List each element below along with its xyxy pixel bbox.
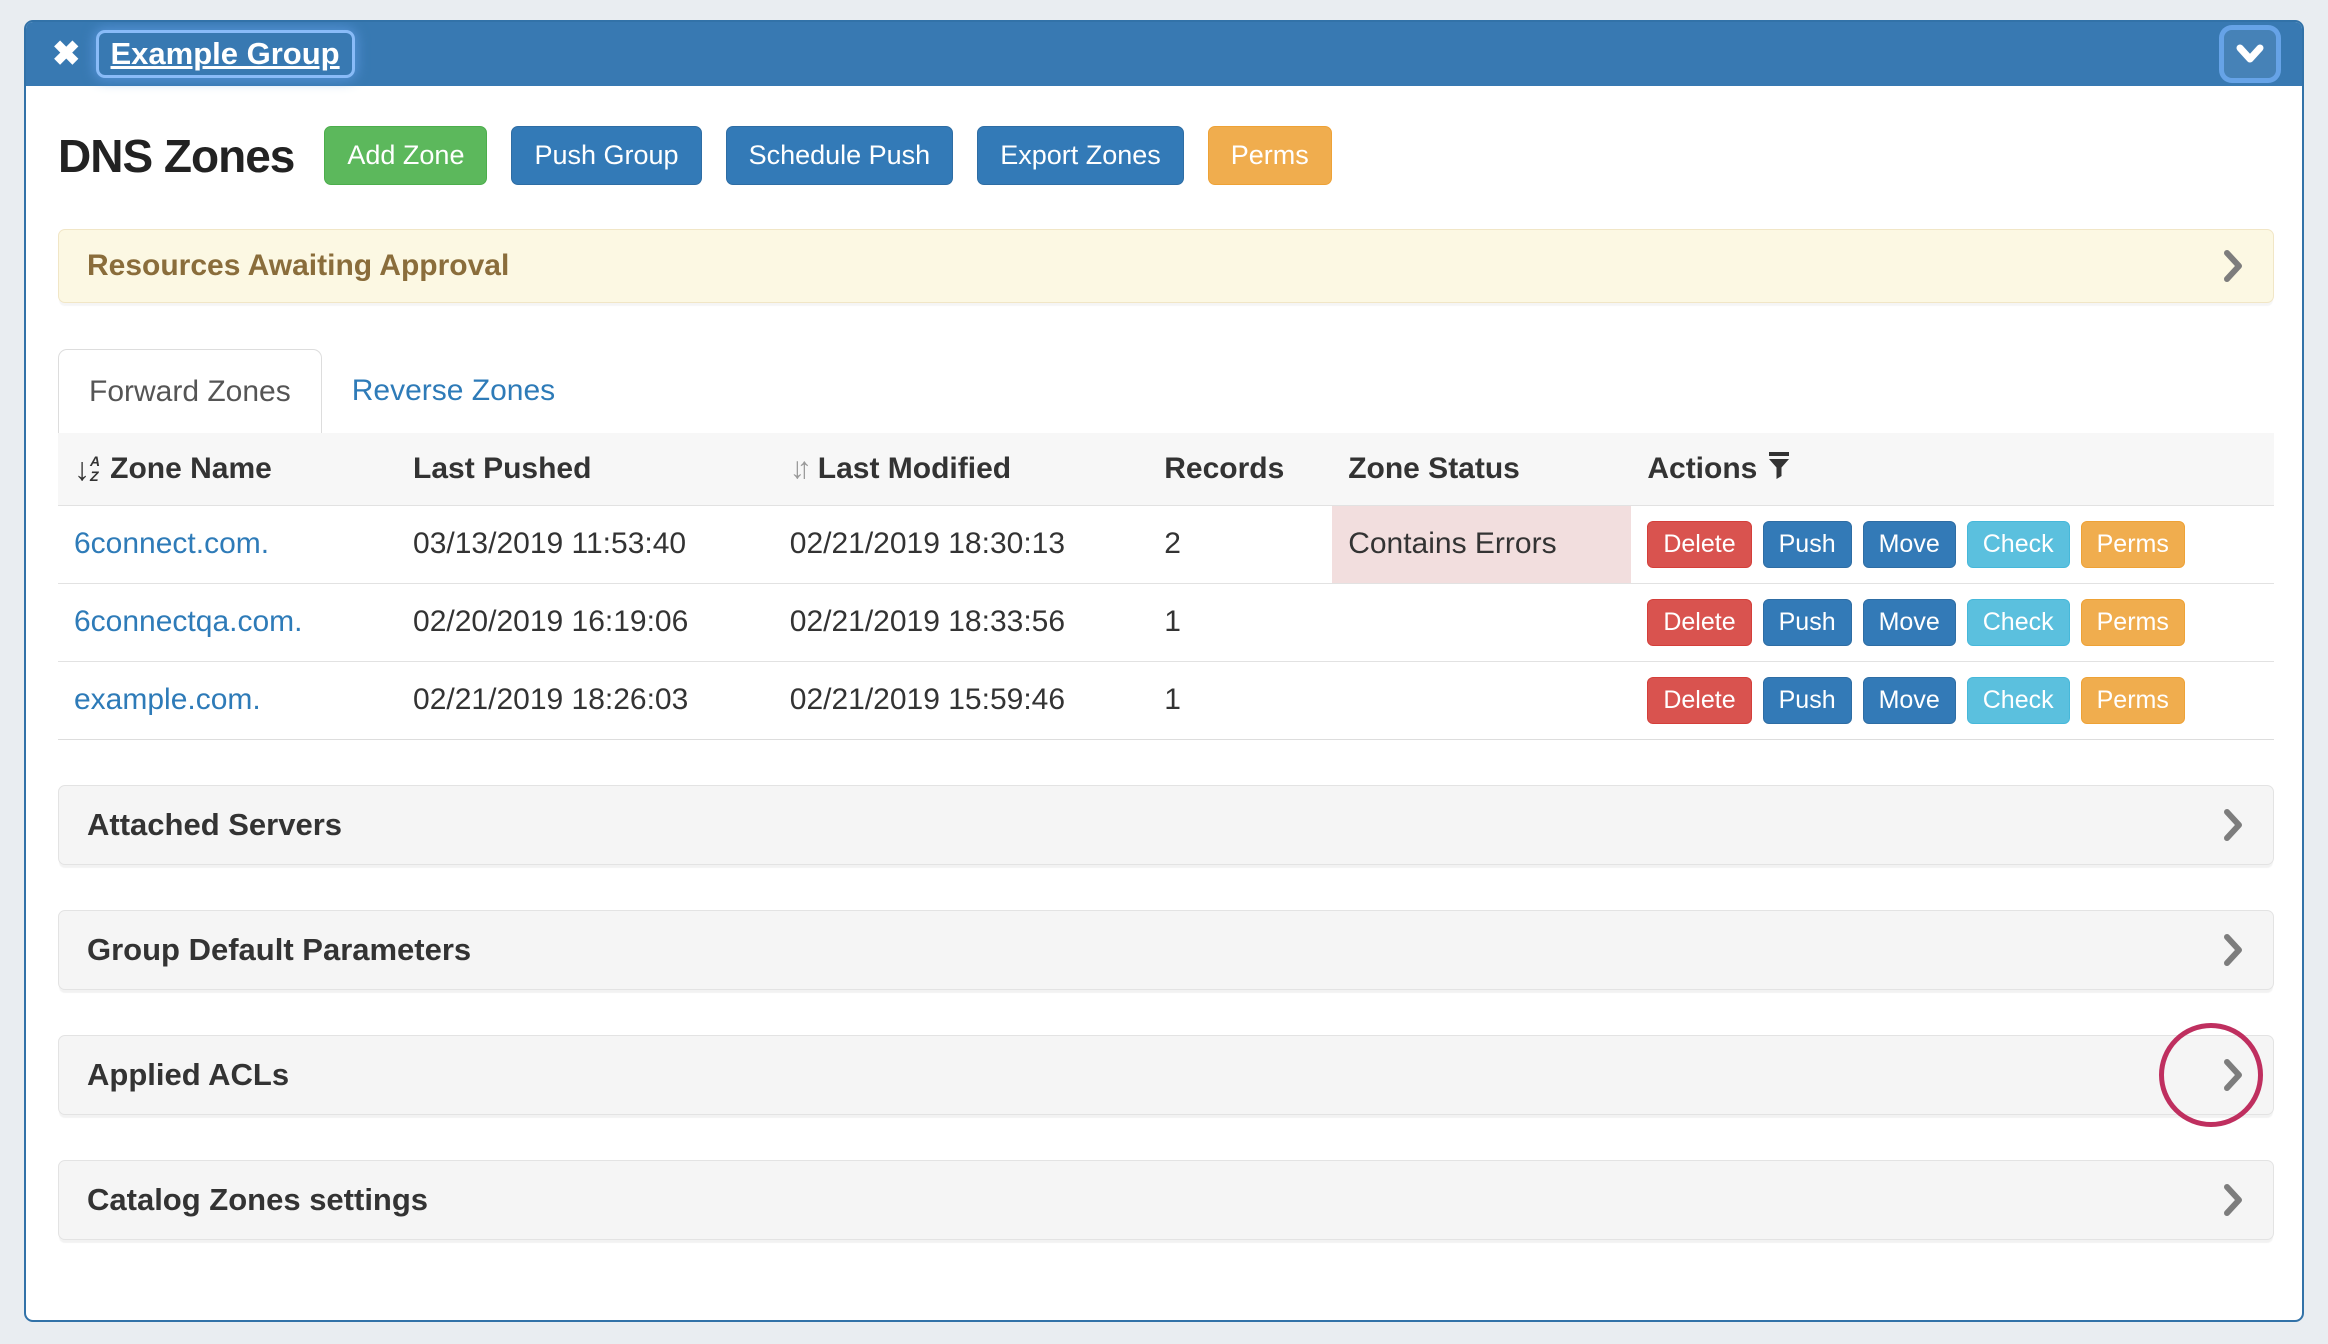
zone-status-cell xyxy=(1332,661,1631,739)
move-button[interactable]: Move xyxy=(1863,521,1956,568)
chevron-right-icon xyxy=(2221,807,2245,843)
group-default-parameters-panel[interactable]: Group Default Parameters xyxy=(58,910,2274,990)
perms-button[interactable]: Perms xyxy=(2081,521,2185,568)
export-zones-button[interactable]: Export Zones xyxy=(977,126,1184,185)
panel-label: Attached Servers xyxy=(87,807,342,843)
group-card-header: ✖ Example Group xyxy=(26,22,2302,86)
last-modified-cell: 02/21/2019 15:59:46 xyxy=(774,661,1149,739)
check-button[interactable]: Check xyxy=(1967,677,2070,724)
zone-tabs: Forward Zones Reverse Zones xyxy=(58,349,2274,433)
zone-name-link[interactable]: 6connectqa.com. xyxy=(74,605,302,638)
table-row: 6connect.com. 03/13/2019 11:53:40 02/21/… xyxy=(58,505,2274,583)
zone-name-link[interactable]: example.com. xyxy=(74,683,261,716)
move-button[interactable]: Move xyxy=(1863,599,1956,646)
panel-label: Catalog Zones settings xyxy=(87,1182,428,1218)
chevron-right-icon xyxy=(2221,1057,2245,1093)
catalog-zones-settings-panel[interactable]: Catalog Zones settings xyxy=(58,1160,2274,1240)
records-cell: 1 xyxy=(1148,583,1332,661)
move-button[interactable]: Move xyxy=(1863,677,1956,724)
check-button[interactable]: Check xyxy=(1967,599,2070,646)
last-pushed-cell: 02/21/2019 18:26:03 xyxy=(397,661,774,739)
chevron-right-icon xyxy=(2221,932,2245,968)
group-name-link[interactable]: Example Group xyxy=(99,33,352,75)
table-row: example.com. 02/21/2019 18:26:03 02/21/2… xyxy=(58,661,2274,739)
last-modified-cell: 02/21/2019 18:33:56 xyxy=(774,583,1149,661)
perms-button[interactable]: Perms xyxy=(2081,599,2185,646)
collapse-group-button[interactable] xyxy=(2224,30,2276,78)
check-button[interactable]: Check xyxy=(1967,521,2070,568)
applied-acls-panel[interactable]: Applied ACLs xyxy=(58,1035,2274,1115)
delete-button[interactable]: Delete xyxy=(1647,677,1751,724)
push-button[interactable]: Push xyxy=(1763,521,1852,568)
chevron-right-icon xyxy=(2221,248,2245,284)
sort-up-down-icon[interactable]: ↓↑ xyxy=(790,452,804,486)
panel-label: Applied ACLs xyxy=(87,1057,289,1093)
table-row: 6connectqa.com. 02/20/2019 16:19:06 02/2… xyxy=(58,583,2274,661)
filter-funnel-icon[interactable] xyxy=(1767,450,1791,488)
chevron-right-icon xyxy=(2221,1182,2245,1218)
tab-reverse-zones[interactable]: Reverse Zones xyxy=(322,349,585,433)
zones-table: ↓AZ Zone Name Last Pushed ↓↑ Last Modifi… xyxy=(58,433,2274,740)
panel-label: Resources Awaiting Approval xyxy=(87,249,509,283)
zone-status-cell: Contains Errors xyxy=(1332,505,1631,583)
column-zone-name[interactable]: ↓AZ Zone Name xyxy=(58,433,397,505)
chevron-down-icon xyxy=(2235,42,2265,66)
column-last-modified[interactable]: ↓↑ Last Modified xyxy=(774,433,1149,505)
records-cell: 1 xyxy=(1148,661,1332,739)
last-pushed-cell: 02/20/2019 16:19:06 xyxy=(397,583,774,661)
column-last-pushed: Last Pushed xyxy=(397,433,774,505)
sort-alpha-down-icon[interactable]: ↓AZ xyxy=(74,453,100,485)
push-button[interactable]: Push xyxy=(1763,677,1852,724)
resources-awaiting-approval-panel[interactable]: Resources Awaiting Approval xyxy=(58,229,2274,303)
column-records: Records xyxy=(1148,433,1332,505)
group-card-body: DNS Zones Add Zone Push Group Schedule P… xyxy=(26,86,2302,1240)
tab-forward-zones[interactable]: Forward Zones xyxy=(58,349,322,433)
toolbar: DNS Zones Add Zone Push Group Schedule P… xyxy=(58,126,2274,185)
perms-button[interactable]: Perms xyxy=(1208,126,1332,185)
page-title: DNS Zones xyxy=(58,129,294,183)
panel-label: Group Default Parameters xyxy=(87,932,471,968)
delete-button[interactable]: Delete xyxy=(1647,599,1751,646)
perms-button[interactable]: Perms xyxy=(2081,677,2185,724)
close-icon[interactable]: ✖ xyxy=(52,37,81,71)
zone-name-link[interactable]: 6connect.com. xyxy=(74,527,269,560)
annotation-highlight-circle xyxy=(2159,1023,2263,1127)
add-zone-button[interactable]: Add Zone xyxy=(324,126,487,185)
attached-servers-panel[interactable]: Attached Servers xyxy=(58,785,2274,865)
delete-button[interactable]: Delete xyxy=(1647,521,1751,568)
column-actions: Actions xyxy=(1631,433,2274,505)
records-cell: 2 xyxy=(1148,505,1332,583)
zone-status-cell xyxy=(1332,583,1631,661)
schedule-push-button[interactable]: Schedule Push xyxy=(726,126,954,185)
last-pushed-cell: 03/13/2019 11:53:40 xyxy=(397,505,774,583)
table-header-row: ↓AZ Zone Name Last Pushed ↓↑ Last Modifi… xyxy=(58,433,2274,505)
column-zone-status: Zone Status xyxy=(1332,433,1631,505)
push-group-button[interactable]: Push Group xyxy=(511,126,701,185)
push-button[interactable]: Push xyxy=(1763,599,1852,646)
last-modified-cell: 02/21/2019 18:30:13 xyxy=(774,505,1149,583)
group-card: ✖ Example Group DNS Zones Add Zone Push … xyxy=(24,20,2304,1322)
